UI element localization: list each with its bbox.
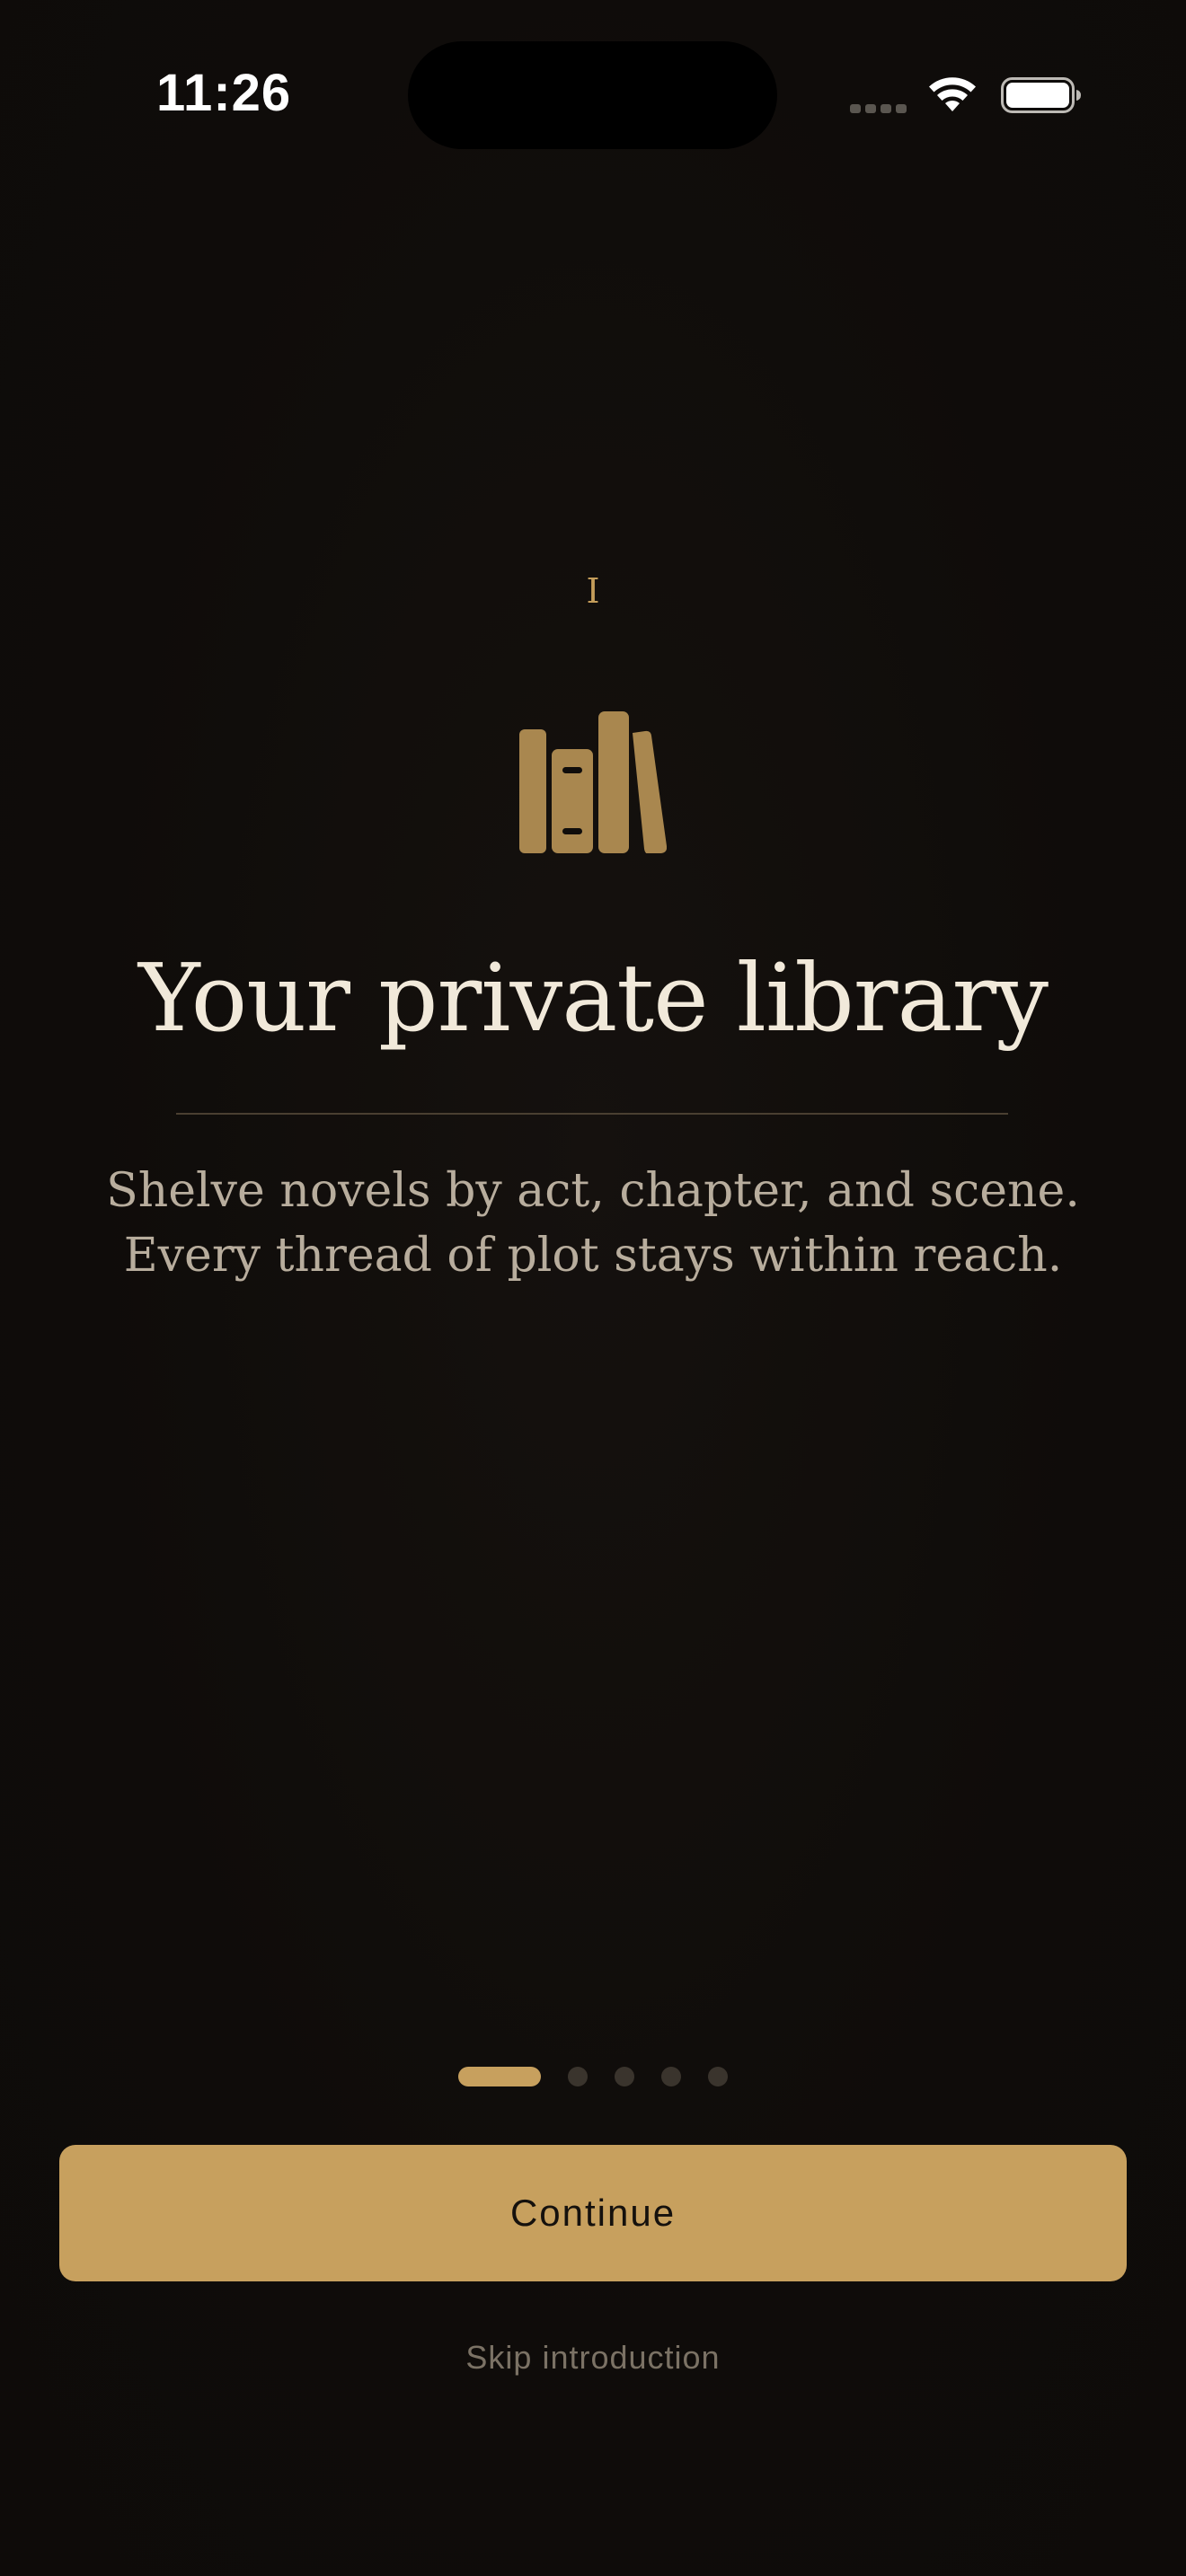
page-description: Shelve novels by act, chapter, and scene… bbox=[54, 1159, 1132, 1288]
page-dot[interactable] bbox=[661, 2067, 681, 2086]
status-time: 11:26 bbox=[156, 64, 292, 122]
books-icon bbox=[519, 711, 667, 853]
skip-introduction-link[interactable]: Skip introduction bbox=[0, 2339, 1186, 2377]
page-dot-active[interactable] bbox=[458, 2067, 541, 2086]
chapter-numeral: I bbox=[586, 571, 600, 611]
cellular-signal-icon bbox=[850, 104, 907, 113]
page-title: Your private library bbox=[138, 943, 1049, 1053]
dynamic-island bbox=[408, 41, 777, 149]
page-dot[interactable] bbox=[568, 2067, 588, 2086]
description-line: Every thread of plot stays within reach. bbox=[123, 1229, 1063, 1283]
page-indicator bbox=[0, 2067, 1186, 2088]
page-dot[interactable] bbox=[708, 2067, 728, 2086]
page-dot[interactable] bbox=[615, 2067, 634, 2086]
continue-button[interactable]: Continue bbox=[59, 2145, 1127, 2281]
wifi-icon bbox=[929, 77, 976, 111]
description-line: Shelve novels by act, chapter, and scene… bbox=[106, 1164, 1080, 1218]
onboarding-screen: 11:26 I Your private library Shelve nove… bbox=[0, 0, 1186, 2576]
battery-icon bbox=[1001, 77, 1081, 113]
title-divider bbox=[176, 1113, 1008, 1115]
